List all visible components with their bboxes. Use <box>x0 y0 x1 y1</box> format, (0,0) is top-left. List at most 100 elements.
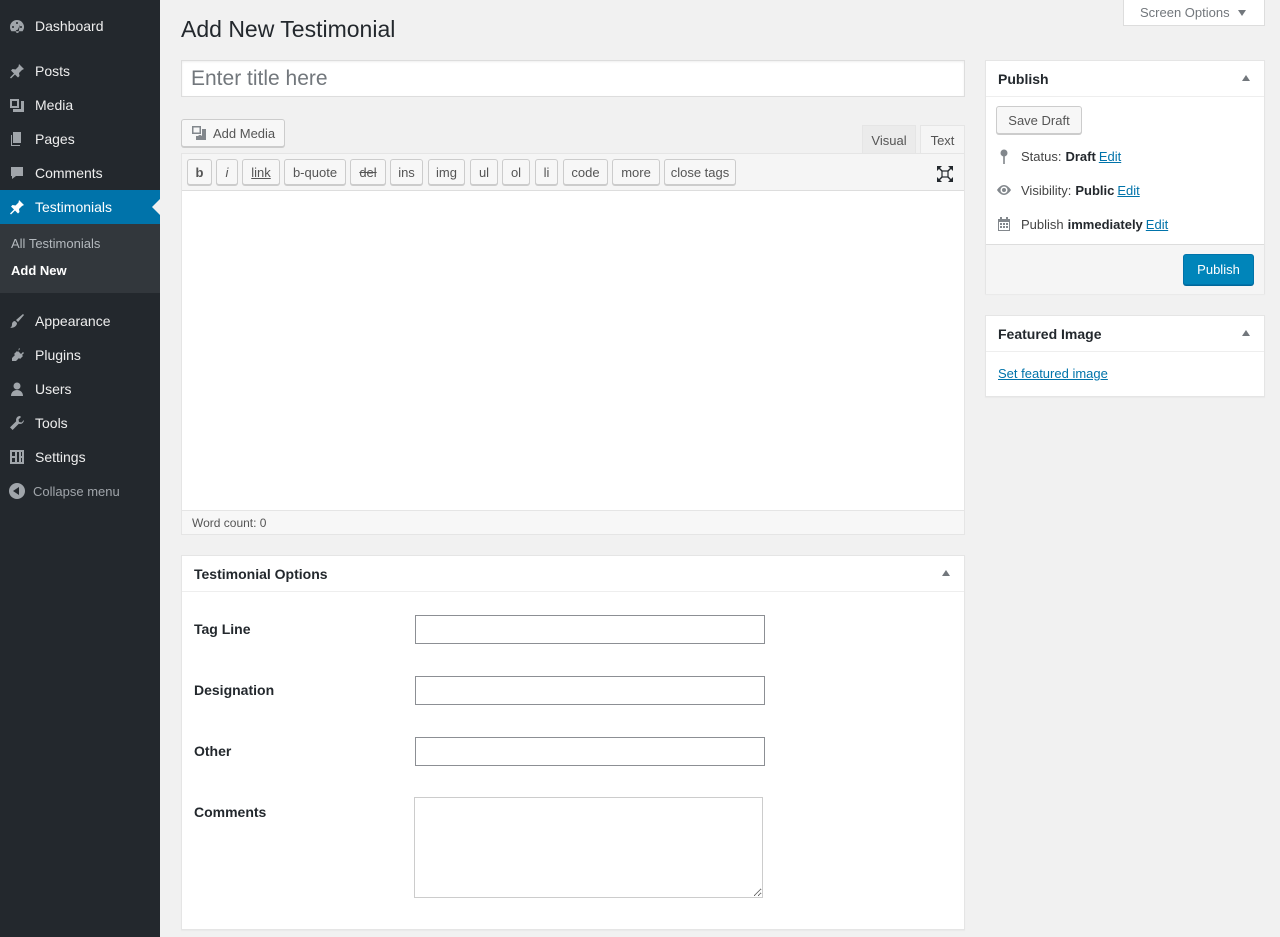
save-draft-button[interactable]: Save Draft <box>996 106 1082 134</box>
tag-line-label: Tag Line <box>194 621 251 637</box>
page-title: Add New Testimonial <box>181 16 396 42</box>
schedule-value: immediately <box>1067 216 1143 232</box>
comments-textarea[interactable] <box>414 797 763 898</box>
collapse-toggle-icon[interactable] <box>942 570 950 576</box>
designation-label: Designation <box>194 682 275 698</box>
sidebar-item-label: Appearance <box>35 313 111 329</box>
calendar-icon <box>998 217 1010 231</box>
quicktag-more-button[interactable]: more <box>612 159 660 185</box>
postbox-title: Publish <box>998 70 1049 87</box>
plugin-icon <box>9 347 25 363</box>
pages-icon <box>9 131 25 147</box>
quicktag-ul-button[interactable]: ul <box>470 159 498 185</box>
sidebar-item-settings[interactable]: Settings <box>0 440 160 474</box>
sidebar-item-label: Testimonials <box>35 199 113 215</box>
distraction-free-button[interactable] <box>934 163 956 185</box>
comments-label: Comments <box>194 804 267 820</box>
sidebar-item-tools[interactable]: Tools <box>0 406 160 440</box>
sidebar-item-comments[interactable]: Comments <box>0 156 160 190</box>
postbox-header: Publish <box>986 61 1264 97</box>
status-value: Draft <box>1065 148 1096 164</box>
quicktag-close-tags-button[interactable]: close tags <box>664 159 736 185</box>
submenu-all-testimonials[interactable]: All Testimonials <box>11 236 100 251</box>
quicktag-code-button[interactable]: code <box>563 159 608 185</box>
collapse-menu-label: Collapse menu <box>33 483 120 499</box>
sidebar-item-label: Users <box>35 381 72 397</box>
publish-actions: Publish <box>986 244 1264 294</box>
editor-status-bar: Word count: 0 <box>182 510 964 534</box>
screen-options-button[interactable]: Screen Options <box>1123 0 1265 26</box>
quicktag-ins-button[interactable]: ins <box>390 159 423 185</box>
sidebar-item-users[interactable]: Users <box>0 372 160 406</box>
sidebar-item-label: Plugins <box>35 347 81 363</box>
quicktag-bquote-button[interactable]: b-quote <box>284 159 346 185</box>
postbox-header: Featured Image <box>986 316 1264 352</box>
testimonials-submenu: All Testimonials Add New <box>0 224 160 293</box>
quicktag-link-button[interactable]: link <box>242 159 280 185</box>
publish-box: Publish Save Draft Status: Draft Edit Vi… <box>985 60 1265 294</box>
quicktag-del-button[interactable]: del <box>350 159 386 185</box>
wrench-icon <box>9 415 25 431</box>
pushpin-icon <box>9 63 25 79</box>
publish-button[interactable]: Publish <box>1183 254 1254 285</box>
other-label: Other <box>194 743 232 759</box>
pin-icon <box>1000 149 1008 164</box>
sidebar-item-label: Pages <box>35 131 75 147</box>
tab-text[interactable]: Text <box>920 125 965 154</box>
sidebar-item-label: Posts <box>35 63 71 79</box>
sidebar-item-label: Dashboard <box>35 18 104 34</box>
sidebar-item-label: Media <box>35 97 74 113</box>
sidebar-item-appearance[interactable]: Appearance <box>0 304 160 338</box>
sidebar-item-label: Tools <box>35 415 68 431</box>
sidebar-item-media[interactable]: Media <box>0 88 160 122</box>
post-title-input[interactable] <box>181 60 965 97</box>
pushpin-icon <box>9 199 25 215</box>
other-input[interactable] <box>415 737 765 766</box>
quicktag-bold-button[interactable]: b <box>187 159 212 185</box>
add-media-button[interactable]: Add Media <box>181 119 285 147</box>
sidebar-item-plugins[interactable]: Plugins <box>0 338 160 372</box>
testimonial-options-box: Testimonial Options Tag Line Designation… <box>181 555 965 930</box>
quicktag-italic-button[interactable]: i <box>216 159 238 185</box>
status-label: Status: <box>1021 148 1062 164</box>
visibility-value: Public <box>1075 182 1115 198</box>
postbox-header: Testimonial Options <box>182 556 964 592</box>
fullscreen-icon <box>937 166 953 182</box>
quicktag-ol-button[interactable]: ol <box>502 159 530 185</box>
comment-icon <box>9 165 25 181</box>
edit-visibility-link[interactable]: Edit <box>1117 183 1139 198</box>
designation-input[interactable] <box>415 676 765 705</box>
sidebar-item-testimonials[interactable]: Testimonials <box>0 190 160 224</box>
content-textarea[interactable] <box>182 191 964 511</box>
admin-sidebar: Dashboard Posts Media Pages Comments Tes… <box>0 0 160 937</box>
collapse-toggle-icon[interactable] <box>1242 330 1250 336</box>
quicktag-li-button[interactable]: li <box>535 159 558 185</box>
sidebar-item-pages[interactable]: Pages <box>0 122 160 156</box>
quicktag-img-button[interactable]: img <box>428 159 465 185</box>
sidebar-item-dashboard[interactable]: Dashboard <box>0 9 160 43</box>
set-featured-image-link[interactable]: Set featured image <box>998 366 1108 381</box>
visibility-label: Visibility: <box>1021 182 1072 198</box>
settings-icon <box>9 449 25 465</box>
brush-icon <box>9 313 25 329</box>
caret-down-icon <box>1237 9 1246 16</box>
tab-visual[interactable]: Visual <box>862 125 916 154</box>
collapse-toggle-icon[interactable] <box>1242 75 1250 81</box>
collapse-arrow-icon <box>9 483 25 499</box>
schedule-row: Publish immediately Edit <box>996 214 1168 234</box>
eye-icon <box>997 185 1011 195</box>
sidebar-item-label: Settings <box>35 449 86 465</box>
content-editor: b i link b-quote del ins img ul ol li co… <box>181 153 965 535</box>
edit-schedule-link[interactable]: Edit <box>1146 217 1168 232</box>
collapse-menu-button[interactable]: Collapse menu <box>0 480 120 502</box>
sidebar-item-posts[interactable]: Posts <box>0 54 160 88</box>
media-icon <box>192 126 206 140</box>
status-row: Status: Draft Edit <box>996 146 1121 166</box>
tag-line-input[interactable] <box>415 615 765 644</box>
dashboard-icon <box>9 18 25 34</box>
user-icon <box>9 381 25 397</box>
add-media-label: Add Media <box>213 125 276 141</box>
edit-status-link[interactable]: Edit <box>1099 149 1121 164</box>
word-count: Word count: 0 <box>192 515 267 530</box>
submenu-add-new[interactable]: Add New <box>11 263 67 278</box>
